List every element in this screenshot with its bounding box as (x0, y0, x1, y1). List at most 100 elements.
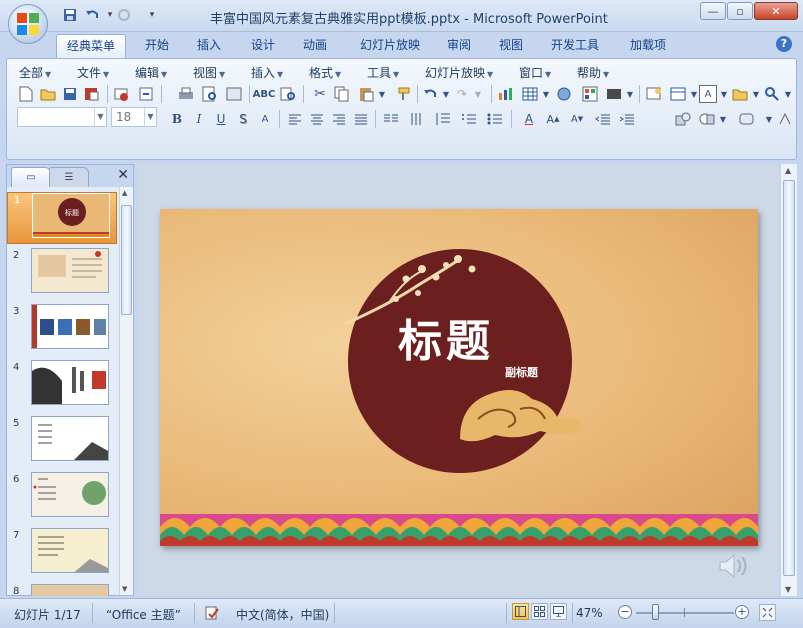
copy-icon[interactable] (333, 85, 351, 103)
menu-format[interactable]: 格式 ▼ (309, 64, 341, 81)
fit-to-window-button[interactable] (759, 604, 776, 621)
vertical-scrollbar[interactable]: ▲ ▼ (780, 164, 797, 596)
menu-file[interactable]: 文件 ▼ (77, 64, 109, 81)
slide-view-icon[interactable] (225, 85, 243, 103)
chevron-down-icon[interactable]: ▼ (621, 85, 639, 103)
menu-help[interactable]: 帮助 ▼ (577, 64, 609, 81)
font-size-combo[interactable]: 18 ▼ (111, 107, 157, 127)
cut-icon[interactable]: ✂ (311, 85, 329, 103)
shape-fill-icon[interactable] (775, 109, 795, 129)
slide-thumbnail-3[interactable]: 3 (7, 304, 117, 356)
font-name-combo[interactable]: ▼ (17, 107, 107, 127)
scrollbar-thumb[interactable] (121, 205, 132, 315)
tab-addins[interactable]: 加载项 (618, 34, 678, 58)
tab-design[interactable]: 设计 (240, 34, 286, 58)
font-color-icon[interactable]: A (519, 109, 539, 129)
shapes-icon[interactable] (673, 109, 693, 129)
underline-button[interactable]: U (211, 109, 231, 129)
italic-button[interactable]: I (189, 109, 209, 129)
slide-thumbnail-7[interactable]: 7 (7, 528, 117, 580)
zoom-slider-track[interactable] (636, 612, 734, 614)
quick-styles-icon[interactable] (737, 109, 757, 129)
tab-insert[interactable]: 插入 (186, 34, 232, 58)
research-icon[interactable] (279, 85, 297, 103)
align-left-icon[interactable] (285, 109, 305, 129)
scroll-up-icon[interactable]: ▲ (785, 166, 791, 175)
permission-icon[interactable] (83, 85, 101, 103)
menu-tools[interactable]: 工具 ▼ (367, 64, 399, 81)
chevron-down-icon[interactable]: ▼ (94, 108, 106, 126)
scroll-up-icon[interactable]: ▲ (122, 189, 127, 197)
scroll-down-icon[interactable]: ▼ (122, 585, 127, 593)
numbering-icon[interactable] (459, 109, 479, 129)
menu-view[interactable]: 视图 ▼ (193, 64, 225, 81)
menu-all[interactable]: 全部 ▼ (19, 64, 51, 81)
language-indicator[interactable]: 中文(简体，中国) (236, 606, 329, 623)
slide-thumbnail-1[interactable]: 1 标题 (7, 192, 117, 244)
chevron-down-icon[interactable]: ▼ (713, 109, 733, 129)
columns-icon[interactable] (381, 109, 401, 129)
customize-toolbar-icon[interactable]: ▾ (142, 6, 162, 24)
menu-edit[interactable]: 编辑 ▼ (135, 64, 167, 81)
new-slide-icon[interactable] (645, 85, 663, 103)
text-direction-icon[interactable] (407, 109, 427, 129)
publish-icon[interactable] (137, 85, 155, 103)
thumbnail-scrollbar[interactable]: ▲ ▼ (119, 187, 133, 595)
speaker-icon[interactable] (716, 552, 750, 583)
decrease-indent-icon[interactable] (593, 109, 613, 129)
zoom-slider-thumb[interactable] (652, 604, 659, 620)
align-center-icon[interactable] (307, 109, 327, 129)
menu-insert[interactable]: 插入 ▼ (251, 64, 283, 81)
slide-thumbnail-4[interactable]: 4 (7, 360, 117, 412)
tab-slides[interactable]: ▭ (11, 167, 51, 187)
maximize-button[interactable]: ▫ (727, 2, 753, 20)
save-icon[interactable] (61, 85, 79, 103)
slide-title[interactable]: 标题 (398, 305, 494, 369)
minimize-button[interactable]: — (700, 2, 726, 20)
shrink-font-icon[interactable]: A ▼ (567, 109, 587, 129)
close-button[interactable]: ✕ (754, 2, 798, 20)
normal-view-button[interactable] (512, 603, 529, 620)
zoom-in-button[interactable]: + (735, 605, 749, 619)
chevron-down-icon[interactable]: ▼ (537, 85, 555, 103)
tab-developer[interactable]: 开发工具 (540, 34, 610, 58)
menu-window[interactable]: 窗口 ▼ (519, 64, 551, 81)
bold-button[interactable]: B (167, 109, 187, 129)
spelling-icon[interactable]: ABC (253, 85, 276, 103)
scroll-down-icon[interactable]: ▼ (785, 585, 791, 594)
tab-view[interactable]: 视图 (488, 34, 534, 58)
redo-icon[interactable] (114, 6, 134, 24)
chart-icon[interactable] (497, 85, 515, 103)
slideshow-button[interactable] (550, 603, 567, 620)
chevron-down-icon[interactable]: ▼ (779, 85, 797, 103)
print-icon[interactable] (177, 85, 195, 103)
tab-animations[interactable]: 动画 (292, 34, 338, 58)
help-icon[interactable]: ? (776, 36, 792, 52)
align-right-icon[interactable] (329, 109, 349, 129)
bullets-icon[interactable] (485, 109, 505, 129)
tab-home[interactable]: 开始 (134, 34, 180, 58)
chevron-down-icon[interactable]: ▼ (144, 108, 156, 126)
save-icon[interactable] (60, 6, 80, 24)
tab-review[interactable]: 审阅 (436, 34, 482, 58)
close-pane-icon[interactable]: ✕ (117, 167, 129, 183)
tab-classic-menu[interactable]: 经典菜单 (56, 34, 126, 58)
slide-thumbnail-5[interactable]: 5 (7, 416, 117, 468)
justify-icon[interactable] (351, 109, 371, 129)
increase-indent-icon[interactable] (617, 109, 637, 129)
tab-outline[interactable]: ☰ (49, 167, 89, 187)
new-document-icon[interactable] (17, 85, 35, 103)
undo-icon[interactable] (82, 6, 102, 24)
scrollbar-thumb[interactable] (783, 180, 795, 576)
chevron-down-icon[interactable]: ▼ (373, 85, 391, 103)
zoom-out-button[interactable]: − (618, 605, 632, 619)
slide-thumbnail-2[interactable]: 2 (7, 248, 117, 300)
email-icon[interactable] (113, 85, 131, 103)
spell-check-icon[interactable] (204, 605, 220, 624)
line-spacing-icon[interactable] (433, 109, 453, 129)
slide-subtitle[interactable]: 副标题 (505, 364, 538, 380)
color-scheme-icon[interactable] (581, 85, 599, 103)
shadow-button[interactable]: S (233, 109, 253, 129)
office-button[interactable] (8, 4, 48, 44)
chevron-down-icon[interactable]: ▼ (469, 85, 487, 103)
